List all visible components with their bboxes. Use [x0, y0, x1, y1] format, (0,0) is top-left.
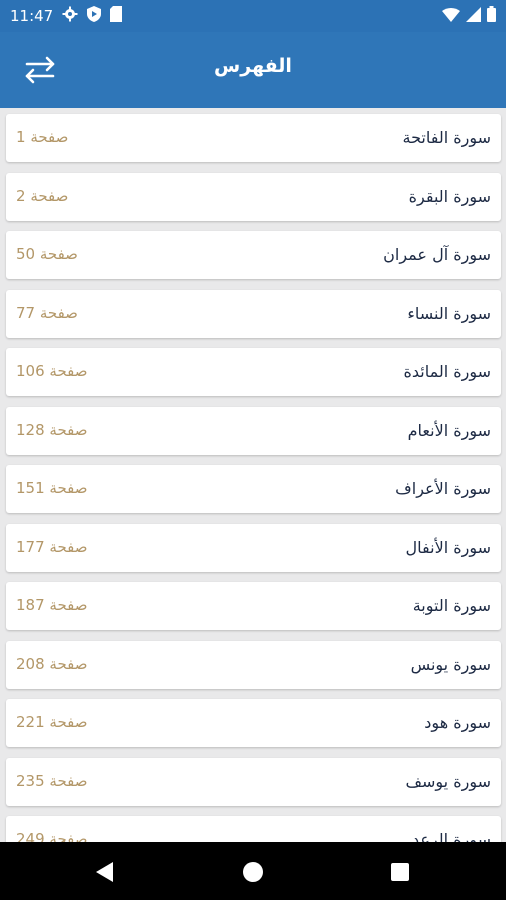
status-left: 11:47 — [10, 6, 123, 26]
list-item[interactable]: سورة الفاتحة صفحة 1 — [6, 114, 501, 162]
surah-name: سورة النساء — [407, 304, 491, 323]
list-item[interactable]: سورة هود صفحة 221 — [6, 699, 501, 747]
list-item[interactable]: سورة المائدة صفحة 106 — [6, 348, 501, 396]
page-number: صفحة 2 — [16, 187, 69, 205]
page-number: صفحة 177 — [16, 538, 88, 556]
page-number: صفحة 249 — [16, 830, 88, 842]
shield-play-icon — [87, 6, 102, 26]
back-triangle-icon[interactable] — [93, 860, 117, 884]
status-right — [442, 6, 496, 26]
page-number: صفحة 106 — [16, 362, 88, 380]
page-number: صفحة 221 — [16, 713, 88, 731]
page-number: صفحة 1 — [16, 128, 69, 146]
list-item[interactable]: سورة البقرة صفحة 2 — [6, 173, 501, 221]
page-number: صفحة 50 — [16, 245, 78, 263]
surah-name: سورة المائدة — [403, 362, 491, 381]
list-item[interactable]: سورة التوبة صفحة 187 — [6, 582, 501, 630]
page-number: صفحة 208 — [16, 655, 88, 673]
list-item[interactable]: سورة آل عمران صفحة 50 — [6, 231, 501, 279]
battery-icon — [487, 6, 496, 26]
surah-name: سورة الفاتحة — [402, 128, 491, 147]
surah-index-list[interactable]: سورة الفاتحة صفحة 1 سورة البقرة صفحة 2 س… — [0, 108, 506, 842]
page-title: الفهرس — [214, 55, 292, 77]
surah-name: سورة الأنفال — [405, 538, 491, 557]
app-bar: الفهرس — [0, 32, 506, 108]
page-number: صفحة 77 — [16, 304, 78, 322]
system-nav-bar — [0, 842, 506, 900]
page-number: صفحة 151 — [16, 479, 88, 497]
page-number: صفحة 187 — [16, 596, 88, 614]
page-number: صفحة 128 — [16, 421, 88, 439]
list-item[interactable]: سورة الرعد صفحة 249 — [6, 816, 501, 842]
page-number: صفحة 235 — [16, 772, 88, 790]
status-bar: 11:47 — [0, 0, 506, 32]
surah-name: سورة الأنعام — [407, 421, 491, 440]
list-item[interactable]: سورة النساء صفحة 77 — [6, 290, 501, 338]
wifi-icon — [442, 7, 460, 26]
surah-name: سورة آل عمران — [383, 245, 491, 264]
list-item[interactable]: سورة يوسف صفحة 235 — [6, 758, 501, 806]
home-circle-icon[interactable] — [241, 860, 265, 884]
surah-name: سورة الرعد — [412, 830, 491, 842]
list-item[interactable]: سورة يونس صفحة 208 — [6, 641, 501, 689]
surah-name: سورة هود — [424, 713, 491, 732]
sd-card-icon — [110, 6, 123, 26]
status-time: 11:47 — [10, 7, 54, 25]
surah-name: سورة يوسف — [405, 772, 491, 791]
surah-name: سورة الأعراف — [395, 479, 491, 498]
surah-name: سورة التوبة — [412, 596, 491, 615]
surah-name: سورة البقرة — [408, 187, 491, 206]
recents-square-icon[interactable] — [388, 860, 412, 884]
surah-name: سورة يونس — [410, 655, 491, 674]
gear-icon — [62, 6, 78, 26]
list-item[interactable]: سورة الأعراف صفحة 151 — [6, 465, 501, 513]
signal-icon — [466, 6, 481, 26]
list-item[interactable]: سورة الأنفال صفحة 177 — [6, 524, 501, 572]
list-item[interactable]: سورة الأنعام صفحة 128 — [6, 407, 501, 455]
